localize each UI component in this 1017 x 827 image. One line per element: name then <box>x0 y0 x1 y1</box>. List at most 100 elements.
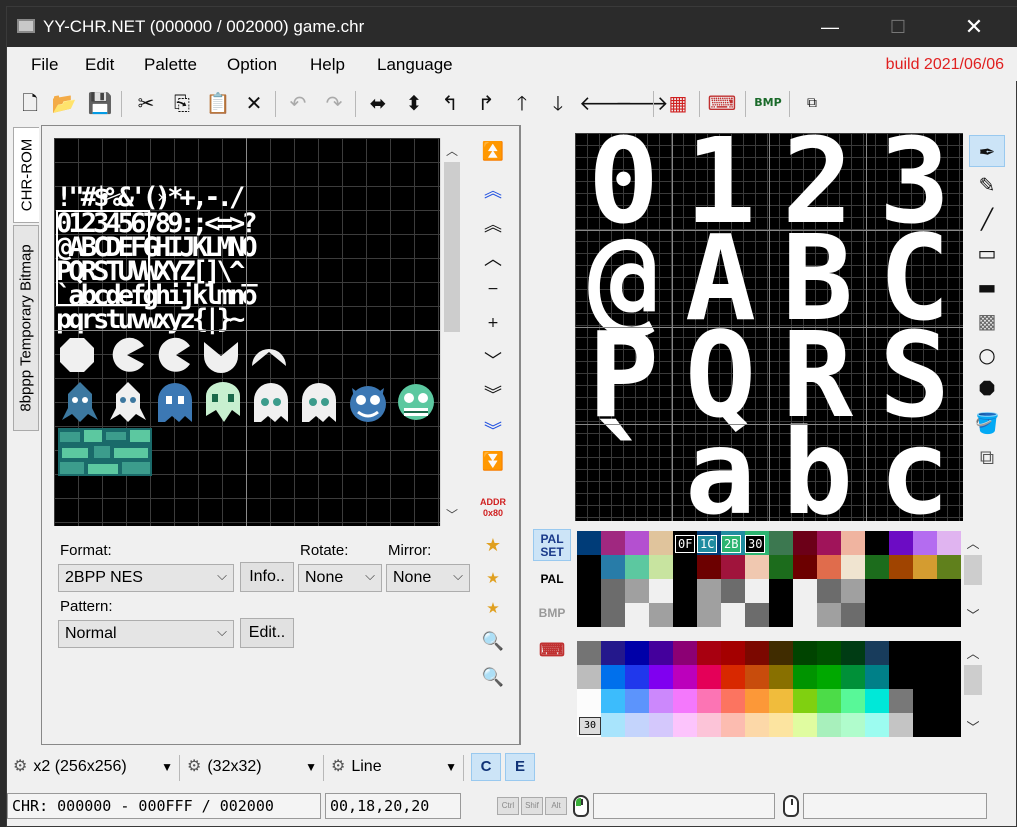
minimize-button[interactable]: — <box>807 7 853 47</box>
paste-icon[interactable]: 📋 <box>203 88 233 118</box>
redo-icon[interactable]: ↷ <box>319 88 349 118</box>
nes-color-swatch[interactable] <box>649 713 673 737</box>
nes-color-swatch[interactable] <box>889 713 913 737</box>
chr-view[interactable]: • ✕ !"#$%&'()*+,-./ 0123456789:;<=>? @AB… <box>54 138 440 526</box>
palette-swatch[interactable] <box>697 555 721 579</box>
palette-swatch[interactable] <box>937 555 961 579</box>
zoom-in-icon[interactable]: 🔍 <box>473 631 513 652</box>
byte-up-icon[interactable]: − <box>473 281 513 297</box>
nes-color-swatch[interactable] <box>721 713 745 737</box>
palette-swatch[interactable] <box>769 555 793 579</box>
nes-color-swatch[interactable] <box>721 665 745 689</box>
selected-color-0[interactable]: 0F <box>675 535 696 553</box>
menu-palette[interactable]: Palette <box>144 55 197 75</box>
replace-color-icon[interactable]: ▦ <box>663 88 693 118</box>
palette-swatch[interactable] <box>745 555 769 579</box>
scroll-up-icon[interactable]: ︿ <box>441 142 463 159</box>
palette-swatch[interactable] <box>601 579 625 603</box>
palette-swatch[interactable] <box>913 555 937 579</box>
rotate-left-icon[interactable]: ↰ <box>435 88 465 118</box>
nes-color-swatch[interactable] <box>817 689 841 713</box>
tile-editor[interactable]: 0 1 2 3 @ A B C P Q R S ` a b c <box>575 133 963 521</box>
nes-color-swatch[interactable] <box>913 713 937 737</box>
nes-color-swatch[interactable] <box>841 713 865 737</box>
mirror-select[interactable]: None ⌵ <box>386 564 470 592</box>
nes-color-swatch[interactable] <box>745 641 769 665</box>
nes-color-swatch[interactable] <box>697 689 721 713</box>
palette-swatch[interactable] <box>937 531 961 555</box>
nes-color-swatch[interactable] <box>649 641 673 665</box>
jump-top-icon[interactable]: ⏫ <box>473 141 513 162</box>
pen-icon[interactable]: ✒ <box>969 135 1005 167</box>
nes-color-swatch[interactable] <box>793 713 817 737</box>
palette-swatch[interactable] <box>697 603 721 627</box>
shift-down-icon[interactable]: 🡓 <box>543 88 573 118</box>
nes-color-swatch[interactable] <box>601 689 625 713</box>
circle-icon[interactable]: ○ <box>969 339 1005 371</box>
palette-swatch[interactable] <box>793 603 817 627</box>
grid-select[interactable]: ⚙ (32x32) ▼ <box>187 753 317 781</box>
nes-color-swatch[interactable] <box>913 665 937 689</box>
page-up-icon[interactable]: ︽ <box>473 211 513 237</box>
nes-palette[interactable] <box>577 641 961 739</box>
palette-swatch[interactable] <box>577 531 601 555</box>
shift-left-icon[interactable]: 🡐 <box>579 88 633 118</box>
menu-edit[interactable]: Edit <box>85 55 114 75</box>
nes-color-swatch[interactable] <box>625 689 649 713</box>
flip-horizontal-icon[interactable]: ⬌ <box>363 88 393 118</box>
scroll-down-icon[interactable]: ﹀ <box>441 506 463 523</box>
cut-icon[interactable]: ✂ <box>131 88 161 118</box>
palette-swatch[interactable] <box>625 555 649 579</box>
pal-button[interactable]: PAL <box>533 567 571 597</box>
palette-swatch[interactable] <box>913 603 937 627</box>
palette-swatch[interactable] <box>577 579 601 603</box>
palette-swatch[interactable] <box>649 531 673 555</box>
nes-color-swatch[interactable] <box>577 689 601 713</box>
palette-swatch[interactable] <box>817 603 841 627</box>
open-folder-icon[interactable]: 📂 <box>49 88 79 118</box>
palette-swatch[interactable] <box>937 603 961 627</box>
nes-color-swatch[interactable] <box>937 641 961 665</box>
nes-color-swatch[interactable] <box>745 713 769 737</box>
palette-swatch[interactable] <box>889 603 913 627</box>
nes-color-swatch[interactable] <box>697 665 721 689</box>
zoom-out-icon[interactable]: 🔍 <box>473 667 513 688</box>
close-button[interactable]: ✕ <box>951 7 997 47</box>
menu-language[interactable]: Language <box>377 55 453 75</box>
palette-swatch[interactable] <box>769 579 793 603</box>
menu-file[interactable]: File <box>31 55 58 75</box>
nes-color-swatch[interactable] <box>673 713 697 737</box>
nes-color-swatch[interactable] <box>913 689 937 713</box>
nes-color-swatch[interactable] <box>721 641 745 665</box>
nes-color-swatch[interactable] <box>841 689 865 713</box>
palette-set[interactable] <box>577 531 961 627</box>
selected-color-2[interactable]: 2B <box>721 535 742 553</box>
nes-color-swatch[interactable] <box>769 713 793 737</box>
palette-swatch[interactable] <box>625 603 649 627</box>
chr-scrollbar[interactable]: ︿ ﹀ <box>440 138 462 526</box>
nes-color-swatch[interactable] <box>865 689 889 713</box>
palette-swatch[interactable] <box>721 603 745 627</box>
palette-swatch[interactable] <box>649 603 673 627</box>
nes-color-swatch[interactable] <box>601 665 625 689</box>
palette-swatch[interactable] <box>721 555 745 579</box>
nes-color-swatch[interactable] <box>625 665 649 689</box>
palette-swatch[interactable] <box>673 555 697 579</box>
bmp-button[interactable]: BMP <box>533 601 571 631</box>
palette-swatch[interactable] <box>577 603 601 627</box>
palette-swatch[interactable] <box>721 579 745 603</box>
palette-swatch[interactable] <box>841 531 865 555</box>
nes-color-swatch[interactable] <box>769 641 793 665</box>
rectangle-icon[interactable]: ▭ <box>969 237 1005 269</box>
bookmark-next-icon[interactable]: ★ <box>473 599 513 617</box>
flip-vertical-icon[interactable]: ⬍ <box>399 88 429 118</box>
nes-color-swatch[interactable] <box>865 713 889 737</box>
copy-icon[interactable]: ⎘ <box>167 88 197 118</box>
format-select[interactable]: 2BPP NES ⌵ <box>58 564 234 592</box>
palette-swatch[interactable] <box>601 555 625 579</box>
nes-color-swatch[interactable] <box>673 641 697 665</box>
palette-swatch[interactable] <box>673 579 697 603</box>
nes-color-swatch[interactable] <box>745 665 769 689</box>
nes-color-swatch[interactable] <box>601 641 625 665</box>
line-icon[interactable]: ╱ <box>969 203 1005 235</box>
